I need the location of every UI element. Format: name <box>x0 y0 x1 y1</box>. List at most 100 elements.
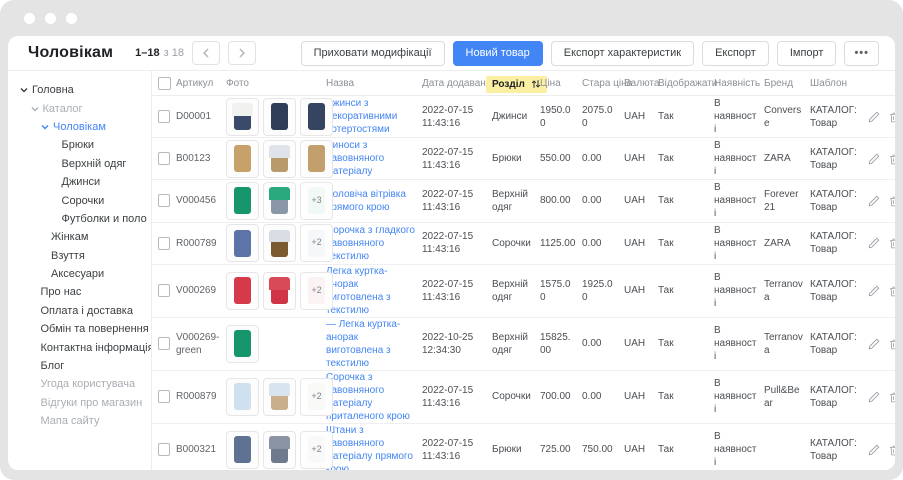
select-all-checkbox[interactable] <box>158 77 171 90</box>
edit-button[interactable] <box>868 111 880 123</box>
row-checkbox[interactable] <box>158 284 170 297</box>
product-photo[interactable] <box>263 272 296 310</box>
sidebar-item[interactable]: Оплата і доставка <box>8 302 151 320</box>
row-checkbox[interactable] <box>158 194 170 207</box>
more-photos-badge[interactable]: +2 <box>300 224 333 262</box>
product-photo[interactable] <box>226 98 259 136</box>
edit-button[interactable] <box>868 237 880 249</box>
column-header-photo[interactable]: Фото <box>226 78 326 89</box>
product-photo[interactable] <box>263 431 296 469</box>
edit-button[interactable] <box>868 285 880 297</box>
hide-modifications-button[interactable]: Приховати модифікації <box>301 41 445 66</box>
sidebar-item[interactable]: Жінкам <box>8 228 151 246</box>
column-header-old-price[interactable]: Стара ціна <box>582 78 624 89</box>
edit-button[interactable] <box>868 153 880 165</box>
more-photos-badge[interactable]: +2 <box>300 272 333 310</box>
product-photo[interactable] <box>226 224 259 262</box>
column-header-name[interactable]: Назва <box>326 78 422 89</box>
delete-button[interactable] <box>889 153 895 165</box>
sidebar-item[interactable]: Каталог <box>8 99 151 117</box>
product-photo[interactable] <box>263 378 296 416</box>
product-photo[interactable] <box>263 98 296 136</box>
sidebar-item[interactable]: Про нас <box>8 283 151 301</box>
window-dot-icon[interactable] <box>66 13 77 24</box>
section-cell: Брюки <box>492 443 540 456</box>
sidebar-item[interactable]: Угода користувача <box>8 375 151 393</box>
more-actions-button[interactable]: ••• <box>844 41 879 66</box>
delete-button[interactable] <box>889 391 895 403</box>
sidebar-item[interactable]: Контактна інформація <box>8 338 151 356</box>
delete-button[interactable] <box>889 338 895 350</box>
delete-button[interactable] <box>889 237 895 249</box>
export-button[interactable]: Експорт <box>702 41 769 66</box>
row-checkbox[interactable] <box>158 390 170 403</box>
edit-button[interactable] <box>868 195 880 207</box>
product-name-link[interactable]: Чоловіча вітрівка прямого крою <box>326 188 416 214</box>
more-photos-badge[interactable]: +2 <box>300 378 333 416</box>
sidebar-item[interactable]: Обмін та повернення <box>8 320 151 338</box>
row-checkbox[interactable] <box>158 337 170 350</box>
edit-button[interactable] <box>868 338 880 350</box>
delete-button[interactable] <box>889 111 895 123</box>
column-header-template[interactable]: Шаблон <box>810 78 868 89</box>
column-header-article[interactable]: Артикул <box>176 78 226 89</box>
export-attributes-button[interactable]: Експорт характеристик <box>551 41 694 66</box>
edit-button[interactable] <box>868 444 880 456</box>
window-dot-icon[interactable] <box>24 13 35 24</box>
window-controls <box>24 13 77 24</box>
product-name-link[interactable]: — Легка куртка-анорак виготовлена з текс… <box>326 318 416 370</box>
sidebar-item[interactable]: Чоловікам <box>8 118 151 136</box>
row-checkbox[interactable] <box>158 152 170 165</box>
next-page-button[interactable] <box>228 41 256 65</box>
delete-button[interactable] <box>889 444 895 456</box>
sidebar-item[interactable]: Взуття <box>8 247 151 265</box>
column-header-section[interactable]: Розділ <box>486 76 547 93</box>
delete-button[interactable] <box>889 195 895 207</box>
column-header-date[interactable]: Дата додавання <box>422 78 492 89</box>
product-photo[interactable] <box>226 431 259 469</box>
row-checkbox[interactable] <box>158 110 170 123</box>
edit-button[interactable] <box>868 391 880 403</box>
product-photo[interactable] <box>226 325 259 363</box>
product-photo[interactable] <box>226 378 259 416</box>
section-cell: Верхній одяг <box>492 331 540 357</box>
product-photo[interactable] <box>226 272 259 310</box>
product-name-link[interactable]: Джинси з декоративними потертостями <box>326 97 416 136</box>
product-photo[interactable] <box>226 182 259 220</box>
sidebar-item[interactable]: Сорочки <box>8 191 151 209</box>
column-header-availability[interactable]: Наявність <box>714 78 764 89</box>
sidebar-item[interactable]: Верхній одяг <box>8 155 151 173</box>
column-header-currency[interactable]: Валюта <box>624 78 658 89</box>
sidebar-item[interactable]: Джинси <box>8 173 151 191</box>
product-photo[interactable] <box>263 140 296 178</box>
sidebar-item[interactable]: Відгуки про магазин <box>8 394 151 412</box>
product-photo[interactable] <box>300 140 333 178</box>
more-photos-badge[interactable]: +3 <box>300 182 333 220</box>
product-photo[interactable] <box>263 182 296 220</box>
import-button[interactable]: Імпорт <box>777 41 837 66</box>
prev-page-button[interactable] <box>192 41 220 65</box>
column-header-display[interactable]: Відображати <box>658 78 714 89</box>
row-checkbox[interactable] <box>158 443 170 456</box>
more-photos-badge[interactable]: +2 <box>300 431 333 469</box>
column-header-price[interactable]: Ціна <box>540 78 582 89</box>
product-name-link[interactable]: Сорочка з бавовняного матеріалу притален… <box>326 371 416 423</box>
column-header-brand[interactable]: Бренд <box>764 78 810 89</box>
sidebar-item[interactable]: Аксесуари <box>8 265 151 283</box>
product-name-link[interactable]: Легка куртка-анорак виготовлена з тексти… <box>326 265 416 317</box>
sidebar-item[interactable]: Блог <box>8 357 151 375</box>
new-product-button[interactable]: Новий товар <box>453 41 543 66</box>
product-name-link[interactable]: Штани з бавовняного матеріалу прямого кр… <box>326 424 416 470</box>
product-name-link[interactable]: Чиноси з бавовняного матеріалу <box>326 139 416 178</box>
sidebar-item[interactable]: Мапа сайту <box>8 412 151 430</box>
window-dot-icon[interactable] <box>45 13 56 24</box>
delete-button[interactable] <box>889 285 895 297</box>
product-photo[interactable] <box>300 98 333 136</box>
row-checkbox[interactable] <box>158 237 170 250</box>
product-name-link[interactable]: Сорочка з гладкого бавовняного текстилю <box>326 224 416 263</box>
product-photo[interactable] <box>263 224 296 262</box>
product-photo[interactable] <box>226 140 259 178</box>
sidebar-item[interactable]: Брюки <box>8 136 151 154</box>
sidebar-item[interactable]: Футболки и поло <box>8 210 151 228</box>
sidebar-item[interactable]: Головна <box>8 81 151 99</box>
